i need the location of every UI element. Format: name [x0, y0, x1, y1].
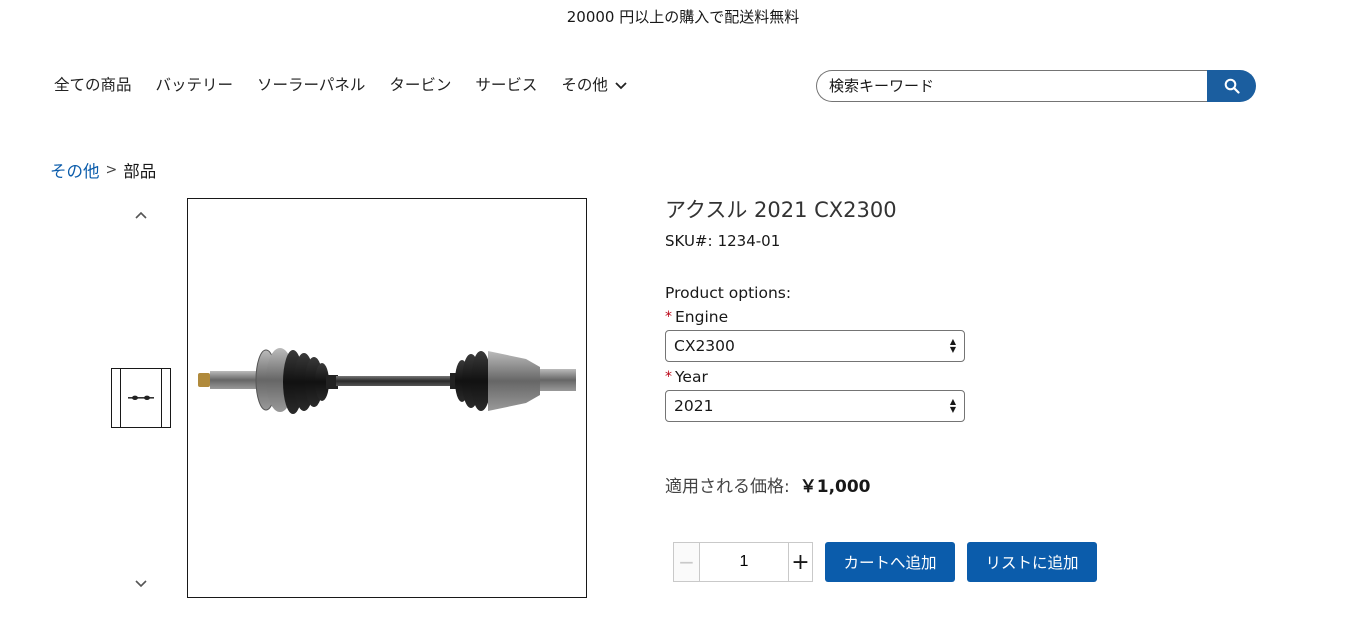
add-to-cart-button[interactable]: カートへ追加 [825, 542, 955, 582]
chevron-down-icon [615, 82, 627, 90]
quantity-increment-button[interactable]: + [788, 543, 812, 581]
search-bar [816, 70, 1256, 102]
engine-select[interactable]: CX2300 ▲ ▼ [665, 330, 965, 362]
breadcrumb-separator: > [105, 162, 118, 178]
price-label: 適用される価格: [665, 477, 790, 497]
search-icon [1224, 78, 1240, 94]
nav-item-services[interactable]: サービス [475, 72, 537, 98]
engine-select-value: CX2300 [674, 337, 735, 355]
select-arrows-icon: ▲ ▼ [949, 397, 956, 414]
axle-product-image [198, 348, 576, 414]
sku-label: SKU#: [665, 232, 713, 250]
year-label-text: Year [675, 368, 708, 386]
thumbnail-frame [120, 369, 162, 427]
quantity-input[interactable] [700, 543, 788, 581]
product-options-label: Product options: [665, 284, 792, 302]
gallery-up-button[interactable] [131, 208, 151, 224]
nav-item-solar-panels[interactable]: ソーラーパネル [257, 72, 365, 98]
promo-banner: 20000 円以上の購入で配送料無料 [566, 8, 800, 26]
product-title: アクスル 2021 CX2300 [665, 196, 1145, 224]
axle-thumbnail-image [128, 395, 154, 400]
required-mark: * [665, 309, 672, 325]
required-mark: * [665, 369, 672, 385]
breadcrumb-link-other[interactable]: その他 [50, 158, 100, 182]
price-block: 適用される価格: ￥1,000 [665, 472, 871, 497]
quantity-stepper: − + [673, 542, 813, 582]
gallery-thumbnail[interactable] [111, 368, 171, 428]
year-select[interactable]: 2021 ▲ ▼ [665, 390, 965, 422]
engine-label-text: Engine [675, 308, 729, 326]
search-input[interactable] [816, 70, 1207, 102]
nav-item-turbines[interactable]: タービン [389, 72, 451, 98]
nav-item-batteries[interactable]: バッテリー [156, 72, 234, 98]
search-button[interactable] [1207, 70, 1256, 102]
chevron-up-icon [135, 211, 147, 219]
breadcrumb-current: 部品 [123, 162, 157, 181]
product-title-detail: 2021 CX2300 [754, 198, 897, 222]
product-details: アクスル 2021 CX2300 SKU#: 1234-01 Product o… [665, 196, 1145, 422]
year-label: * Year [665, 368, 1145, 386]
add-to-list-button[interactable]: リストに追加 [967, 542, 1097, 582]
gallery-down-button[interactable] [131, 575, 151, 591]
main-nav: 全ての商品 バッテリー ソーラーパネル タービン サービス その他 [54, 72, 628, 98]
select-arrows-icon: ▲ ▼ [949, 337, 956, 354]
nav-more-label: その他 [561, 76, 608, 94]
product-sku: SKU#: 1234-01 [665, 232, 1145, 250]
quantity-decrement-button[interactable]: − [674, 543, 700, 581]
engine-label: * Engine [665, 308, 1145, 326]
chevron-down-icon [135, 580, 147, 588]
price-value: ￥1,000 [799, 477, 871, 497]
breadcrumb: その他 > 部品 [50, 158, 156, 182]
product-title-name: アクスル [665, 198, 748, 222]
product-main-image [187, 198, 587, 598]
sku-value: 1234-01 [717, 232, 781, 250]
nav-item-all-products[interactable]: 全ての商品 [54, 72, 132, 98]
year-select-value: 2021 [674, 397, 714, 415]
nav-item-more[interactable]: その他 [561, 72, 628, 98]
